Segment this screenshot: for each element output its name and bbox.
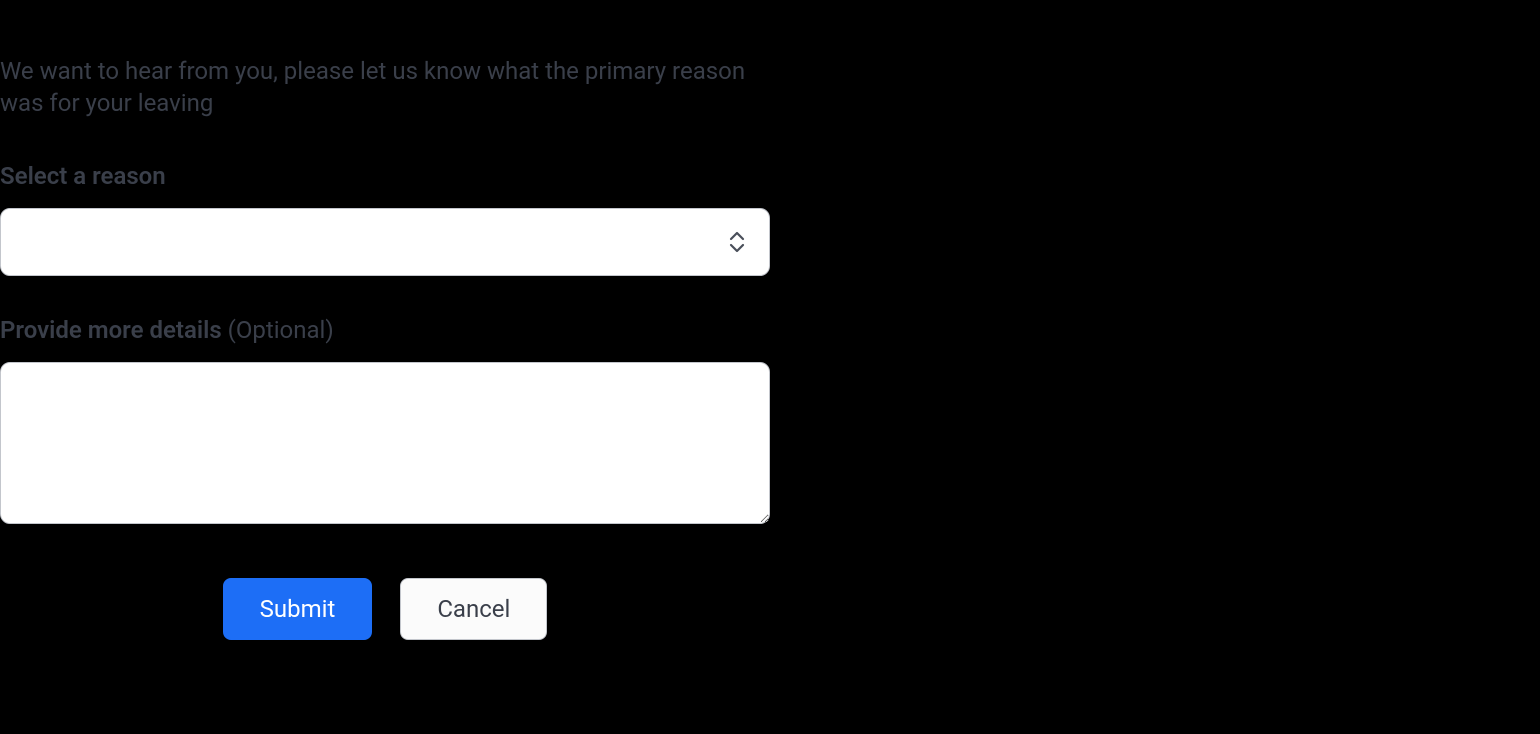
reason-select-wrapper (0, 208, 770, 276)
feedback-form: We want to hear from you, please let us … (0, 55, 770, 640)
details-label: Provide more details (Optional) (0, 316, 770, 344)
details-optional-text: (Optional) (228, 316, 334, 344)
reason-label: Select a reason (0, 162, 770, 190)
details-textarea[interactable] (0, 362, 770, 524)
details-field-group: Provide more details (Optional) (0, 316, 770, 528)
details-label-text: Provide more details (0, 316, 222, 344)
submit-button[interactable]: Submit (223, 578, 373, 640)
form-intro-text: We want to hear from you, please let us … (0, 55, 770, 120)
cancel-button[interactable]: Cancel (400, 578, 547, 640)
reason-select[interactable] (0, 208, 770, 276)
button-row: Submit Cancel (0, 578, 770, 640)
reason-field-group: Select a reason (0, 162, 770, 276)
